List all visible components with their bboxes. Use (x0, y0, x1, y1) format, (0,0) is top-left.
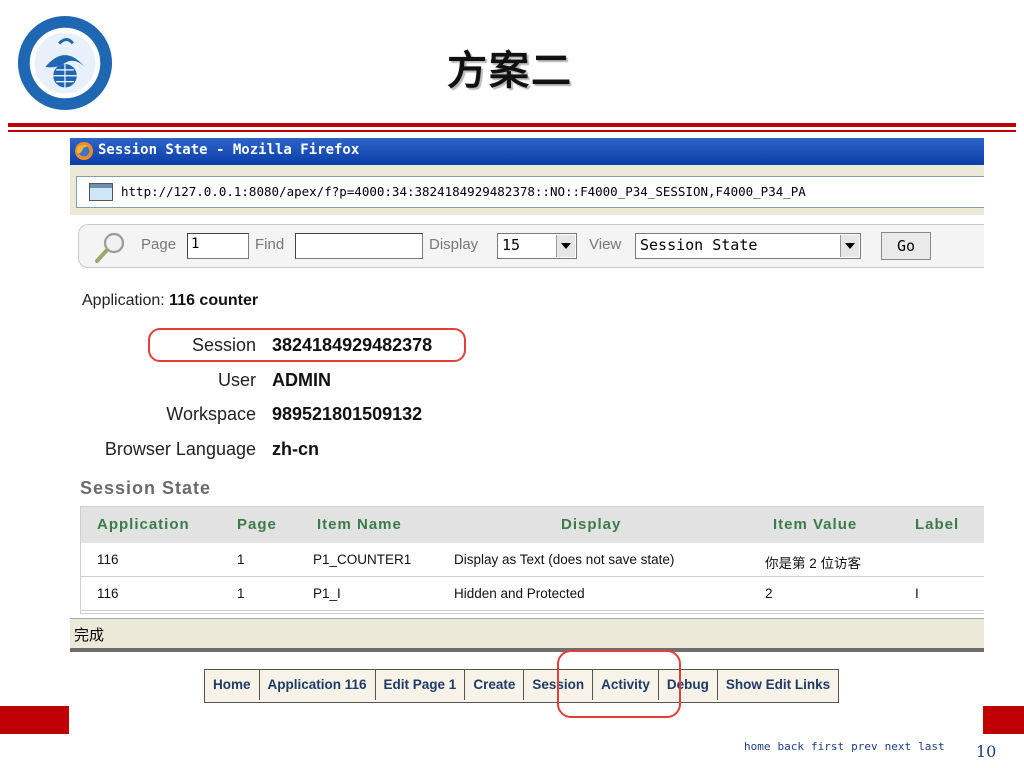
table-cell: 116 (97, 552, 119, 567)
workspace-label: Workspace (166, 404, 256, 424)
slide-title: 方案二 (447, 47, 573, 94)
nav-next-link[interactable]: next (885, 740, 912, 753)
slide-number: 10 (976, 742, 997, 761)
table-cell: Display as Text (does not save state) (454, 552, 675, 567)
url-text: http://127.0.0.1:8080/apex/f?p=4000:34:3… (121, 184, 806, 199)
go-button[interactable]: Go (881, 232, 931, 260)
table-cell: Hidden and Protected (454, 586, 585, 601)
session-value: 3824184929482378 (272, 335, 433, 355)
column-header[interactable]: Item Value (773, 516, 857, 533)
find-label: Find (255, 236, 285, 253)
table-row: 116 1 P1_COUNTER1 Display as Text (does … (81, 543, 984, 577)
window-titlebar: Session State - Mozilla Firefox (70, 138, 984, 165)
display-label: Display (429, 236, 479, 253)
find-input[interactable] (295, 233, 423, 259)
dev-link-create[interactable]: Create (465, 670, 525, 700)
language-value: zh-cn (272, 439, 319, 459)
application-line: Application: 116 counter (82, 292, 258, 310)
application-label: Application: (82, 292, 165, 309)
view-select[interactable]: Session State (635, 233, 861, 259)
table-cell: 2 (765, 586, 773, 601)
user-label: User (217, 370, 256, 390)
dev-link-edit-page[interactable]: Edit Page 1 (376, 670, 466, 700)
session-label: Session (191, 335, 256, 355)
nav-back-link[interactable]: back (778, 740, 805, 753)
search-toolbar: Page 1 Find Display 15 View Session Stat… (78, 224, 984, 268)
application-value: 116 counter (169, 292, 259, 309)
chevron-down-icon[interactable] (556, 235, 575, 257)
status-text: 完成 (74, 627, 105, 644)
table-cell: 你是第 2 位访客 (765, 556, 862, 571)
table-cell: 1 (237, 586, 245, 601)
table-header: Application Page Item Name Display Item … (81, 507, 984, 543)
browser-window: Session State - Mozilla Firefox http://1… (70, 138, 984, 656)
table-row: 116 1 P1_I Hidden and Protected 2 I (81, 577, 984, 611)
table-cell: P1_COUNTER1 (313, 552, 412, 567)
language-label: Browser Language (104, 439, 256, 459)
table-cell: 116 (97, 586, 119, 601)
table-cell: I (915, 586, 919, 601)
nav-prev-link[interactable]: prev (851, 740, 878, 753)
column-header[interactable]: Display (561, 516, 621, 533)
nav-home-link[interactable]: home (744, 740, 771, 753)
search-icon (95, 232, 125, 263)
nav-first-link[interactable]: first (811, 740, 844, 753)
view-select-value: Session State (640, 236, 758, 254)
session-state-table: Application Page Item Name Display Item … (80, 506, 984, 614)
school-logo (17, 15, 113, 111)
footer-accent-right (983, 706, 1024, 734)
display-select[interactable]: 15 (497, 233, 577, 259)
nav-last-link[interactable]: last (918, 740, 945, 753)
column-header[interactable]: Application (97, 516, 190, 533)
dev-link-home[interactable]: Home (205, 670, 260, 700)
column-header[interactable]: Label (915, 516, 959, 533)
section-heading: Session State (80, 478, 212, 498)
page-input[interactable]: 1 (187, 233, 249, 259)
header-rule (8, 123, 1016, 127)
workspace-value: 989521801509132 (272, 404, 423, 424)
status-bar: 完成 (70, 618, 984, 649)
page-icon (89, 183, 113, 201)
dev-link-show-edit-links[interactable]: Show Edit Links (718, 670, 838, 700)
firefox-icon (75, 142, 93, 160)
developer-toolbar: Home Application 116 Edit Page 1 Create … (204, 669, 840, 703)
user-value: ADMIN (272, 370, 331, 390)
window-border (70, 648, 984, 652)
display-select-value: 15 (502, 236, 521, 254)
slide-navigation: home back first prev next last (744, 740, 945, 753)
table-cell: P1_I (313, 586, 341, 601)
dev-link-application[interactable]: Application 116 (260, 670, 376, 700)
page-label: Page (141, 236, 177, 253)
column-header[interactable]: Page (237, 516, 277, 533)
view-label: View (589, 236, 622, 253)
table-cell: 1 (237, 552, 245, 567)
session-link-highlight-circle (557, 650, 681, 718)
window-title: Session State - Mozilla Firefox (98, 142, 360, 158)
chevron-down-icon[interactable] (840, 235, 859, 257)
footer-accent-left (0, 706, 69, 734)
header-rule-thin (8, 130, 1016, 132)
address-bar[interactable]: http://127.0.0.1:8080/apex/f?p=4000:34:3… (76, 176, 984, 208)
column-header[interactable]: Item Name (317, 516, 402, 533)
